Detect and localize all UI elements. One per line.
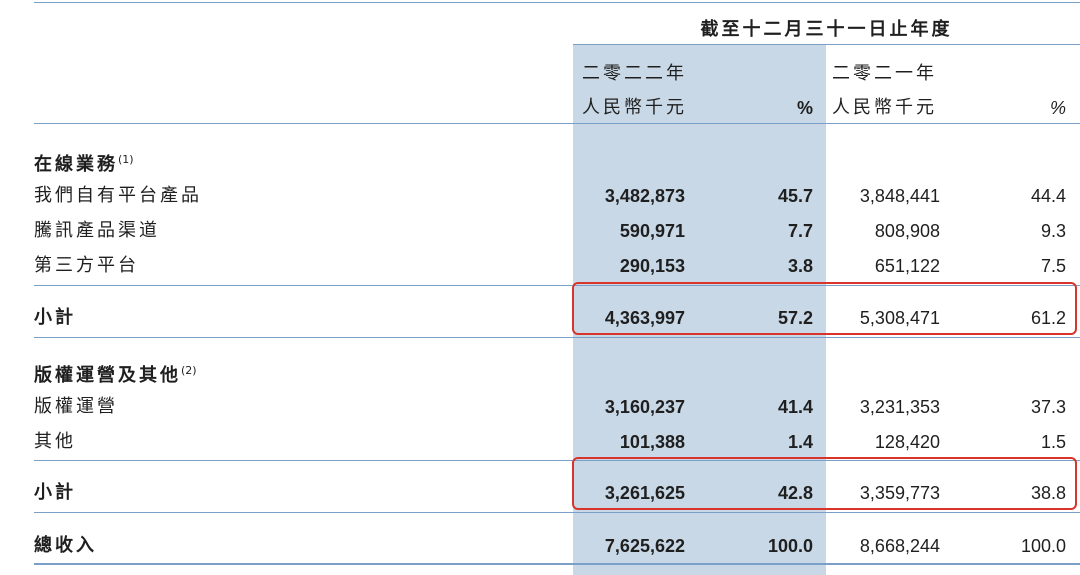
pct-2021: 9.3 [1040,221,1066,241]
value-2021: 3,231,353 [859,397,940,417]
value-2022: 3,482,873 [604,186,685,206]
subtotal-highlight-box [572,282,1077,335]
pct-2021: 44.4 [1030,186,1066,206]
period-underline [573,44,1080,45]
footnote-marker: (2) [181,364,197,377]
pct-2021: 7.5 [1040,256,1066,276]
copyright-subtotal-rule-bottom [34,512,1080,513]
section-title-copyright: 版權運營及其他(2) [34,364,197,386]
value-2021: 3,848,441 [859,186,940,206]
period-header: 截至十二月三十一日止年度 [700,19,953,40]
pct-2021-label: % [1049,98,1066,118]
total-pct-2021: 100.0 [1020,536,1066,556]
row-label: 版權運營 [34,396,118,417]
currency-2021-label: 人民幣千元 [832,97,937,118]
year-2022-label: 二零二二年 [582,63,687,84]
header-rule [34,123,1080,124]
top-rule [34,2,1080,3]
value-2022: 3,160,237 [604,397,685,417]
subtotal-label: 小計 [34,307,76,328]
value-2022: 101,388 [619,432,685,452]
total-value-2021: 8,668,244 [859,536,940,556]
pct-2022-label: % [796,98,813,118]
value-2022: 590,971 [619,221,685,241]
value-2021: 808,908 [874,221,940,241]
total-value-2022: 7,625,622 [604,536,685,556]
value-2021: 651,122 [874,256,940,276]
bottom-rule [34,563,1080,565]
footnote-marker: (1) [118,153,134,166]
pct-2021: 37.3 [1030,397,1066,417]
value-2022: 290,153 [619,256,685,276]
subtotal-highlight-box [572,457,1077,510]
pct-2021: 1.5 [1040,432,1066,452]
row-label: 騰訊產品渠道 [34,220,160,241]
section-title-online: 在線業務(1) [34,153,134,175]
row-label: 第三方平台 [34,255,139,276]
subtotal-label: 小計 [34,482,76,503]
online-subtotal-rule-bottom [34,337,1080,338]
currency-2022-label: 人民幣千元 [582,97,687,118]
row-label: 我們自有平台產品 [34,185,202,206]
year-2021-label: 二零二一年 [832,63,937,84]
total-label: 總收入 [34,535,97,556]
value-2021: 128,420 [874,432,940,452]
row-label: 其他 [34,431,76,452]
